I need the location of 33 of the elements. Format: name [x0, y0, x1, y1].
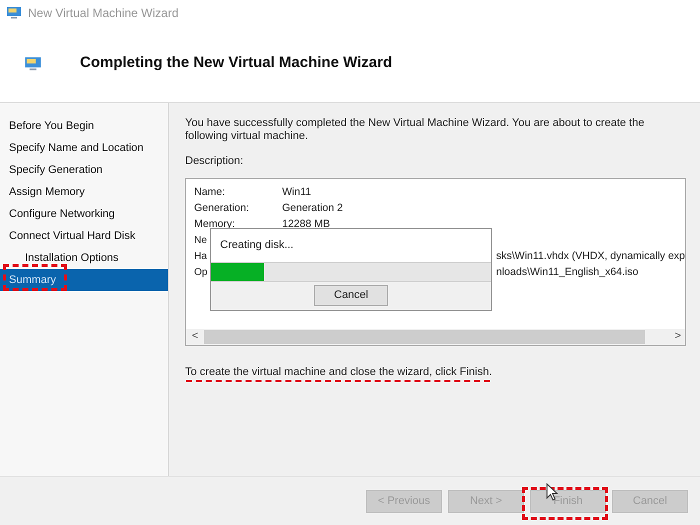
sidebar-item[interactable]: Installation Options — [0, 247, 168, 269]
field-label: Ne — [194, 234, 207, 246]
field-label: Name: — [194, 184, 226, 200]
field-value: 12288 MB — [282, 216, 330, 232]
progress-message: Creating disk... — [220, 238, 294, 253]
scroll-thumb[interactable] — [204, 330, 645, 344]
sidebar-item[interactable]: Configure Networking — [0, 203, 168, 225]
horizontal-scrollbar[interactable]: < > — [186, 328, 685, 344]
description-label: Description: — [185, 154, 244, 169]
field-value: sks\Win11.vhdx (VHDX, dynamically exp — [496, 248, 685, 264]
monitor-icon — [24, 54, 42, 72]
intro-text: You have successfully completed the New Virtual Machine Wizard. You are about to create the following virtual machine. — [185, 117, 646, 143]
field-value: Generation 2 — [282, 200, 343, 216]
field-label: Generation: — [194, 200, 250, 216]
sidebar-item[interactable]: Summary — [0, 269, 168, 291]
sidebar-item[interactable]: Assign Memory — [0, 181, 168, 203]
cancel-button[interactable]: Cancel — [314, 285, 388, 306]
field-label: Memory: — [194, 216, 236, 232]
scroll-right-button[interactable]: > — [645, 328, 685, 345]
sidebar-item[interactable]: Specify Generation — [0, 159, 168, 181]
monitor-icon — [6, 4, 22, 20]
page-title: Completing the New Virtual Machine Wizard — [80, 53, 392, 74]
sidebar-item[interactable]: Connect Virtual Hard Disk — [0, 225, 168, 247]
scroll-left-button[interactable]: < — [186, 328, 204, 345]
footer-note: To create the virtual machine and close the wizard, click Finish. — [185, 364, 492, 380]
field-label: Op — [194, 266, 208, 278]
field-value: Win11 — [282, 184, 312, 200]
sidebar-item[interactable]: Before You Begin — [0, 115, 168, 137]
highlight-frame — [3, 264, 67, 291]
sidebar-item[interactable]: Specify Name and Location — [0, 137, 168, 159]
field-label: Ha — [194, 250, 207, 262]
field-value: nloads\Win11_English_x64.iso — [496, 264, 638, 280]
window-title: New Virtual Machine Wizard — [28, 4, 178, 22]
